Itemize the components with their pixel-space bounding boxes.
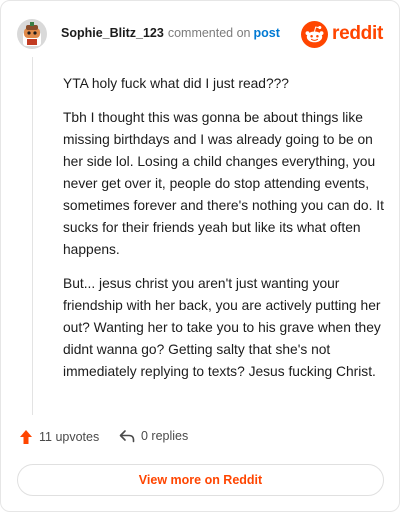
username-link[interactable]: Sophie_Blitz_123 — [61, 26, 164, 40]
comment-footer: 11 upvotes 0 replies — [19, 429, 383, 449]
comment-header: Sophie_Blitz_123 commented on post reddit — [17, 19, 383, 51]
action-text: commented on — [167, 26, 251, 40]
comment-meta: Sophie_Blitz_123 commented on post — [61, 26, 280, 40]
view-more-button[interactable]: View more on Reddit — [17, 464, 384, 496]
embedded-comment-card: Sophie_Blitz_123 commented on post reddit … — [0, 0, 400, 512]
replies[interactable]: 0 replies — [119, 429, 188, 443]
upvotes[interactable]: 11 upvotes — [19, 429, 99, 445]
comment-paragraph-1: YTA holy fuck what did I just read??? — [63, 76, 289, 91]
reply-arrow-icon — [119, 430, 135, 443]
replies-count: 0 replies — [141, 429, 189, 443]
comment-paragraph-3: But... jesus christ you aren't just want… — [63, 276, 381, 379]
post-link[interactable]: post — [254, 26, 280, 40]
comment-paragraph-2: Tbh I thought this was gonna be about th… — [63, 110, 384, 257]
snoo-icon — [301, 20, 329, 48]
user-avatar[interactable] — [17, 19, 47, 49]
thread-line — [32, 57, 33, 415]
comment-body: YTA holy fuck what did I just read??? Tb… — [63, 73, 385, 395]
reddit-logo[interactable]: reddit — [301, 19, 383, 49]
arrow-up-icon — [20, 430, 32, 444]
reddit-wordmark: reddit — [332, 23, 383, 44]
upvotes-count: 11 upvotes — [39, 430, 100, 444]
